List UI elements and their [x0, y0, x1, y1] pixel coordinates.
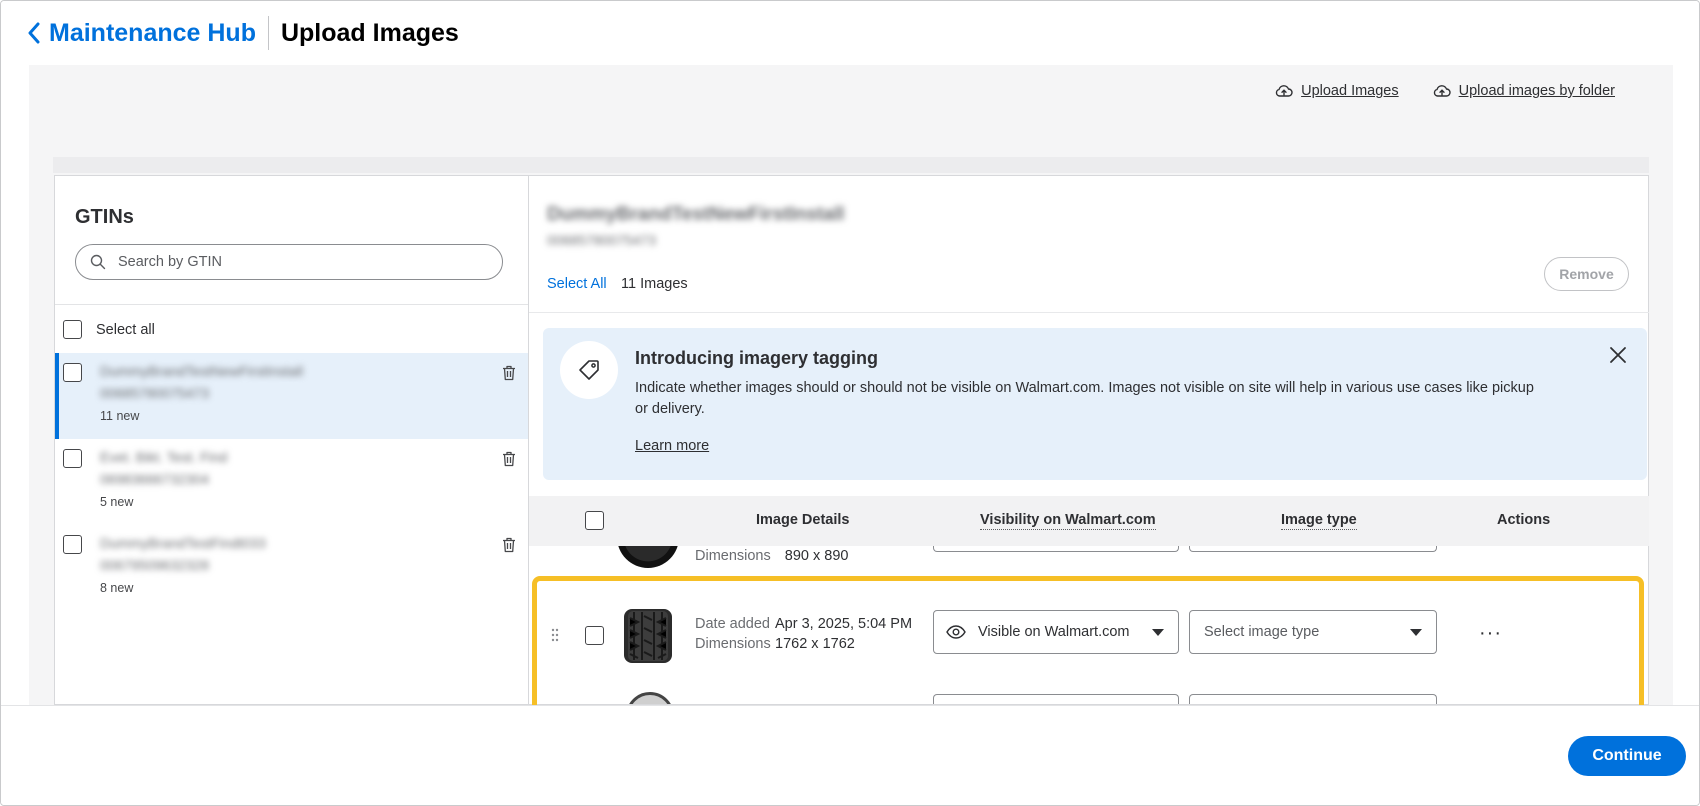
banner-text: Indicate whether images should or should…	[635, 380, 1534, 417]
search-icon	[90, 254, 106, 270]
select-all-images-checkbox[interactable]	[585, 511, 604, 530]
image-thumbnail[interactable]	[626, 692, 674, 704]
gtin-list-item[interactable]: DummyBrandTestNewFirstInstall 0068578007…	[55, 353, 528, 439]
drag-handle-icon[interactable]	[551, 628, 559, 642]
gtin-item-count: 5 new	[100, 495, 134, 509]
visibility-value: Visible on Walmart.com	[978, 624, 1130, 640]
select-all-gtins[interactable]: Select all	[63, 320, 155, 339]
page-title: Upload Images	[280, 18, 459, 47]
back-to-maintenance-hub-link[interactable]: Maintenance Hub	[27, 19, 256, 48]
page-header: Maintenance Hub Upload Images	[1, 1, 1699, 65]
table-row	[529, 684, 1649, 704]
upload-images-label: Upload Images	[1301, 83, 1399, 99]
gtin-checkbox[interactable]	[63, 535, 82, 554]
tire-image-thumbnail[interactable]	[622, 608, 674, 664]
remove-button[interactable]: Remove	[1544, 257, 1629, 291]
gtin-list: DummyBrandTestNewFirstInstall 0068578007…	[55, 353, 528, 611]
divider-band	[53, 157, 1649, 173]
gtin-item-name: Evet. Bikt. Test. Find	[100, 449, 228, 465]
column-visibility[interactable]: Visibility on Walmart.com	[980, 512, 1156, 530]
select-all-label: Select all	[96, 321, 155, 338]
date-added-label: Date added	[695, 616, 770, 632]
image-checkbox[interactable]	[585, 626, 604, 645]
chevron-down-icon	[1410, 629, 1422, 636]
trash-icon[interactable]	[502, 451, 516, 467]
gtin-checkbox[interactable]	[63, 363, 82, 382]
gtin-item-number: 00685780075473	[100, 385, 210, 401]
date-added-value: Apr 3, 2025, 5:04 PM	[775, 616, 913, 632]
images-table-body: Dimensions 890 x 890 Date added Apr 3, 2…	[529, 546, 1649, 704]
eye-icon	[946, 625, 966, 639]
upload-by-folder-label: Upload images by folder	[1458, 83, 1615, 99]
gtin-item-count: 8 new	[100, 581, 134, 595]
cloud-upload-icon	[1433, 85, 1451, 97]
learn-more-link[interactable]: Learn more	[635, 438, 709, 454]
cloud-upload-icon	[1275, 85, 1293, 97]
gtin-item-name: DummyBrandTestFindt033	[100, 535, 266, 551]
select-all-checkbox[interactable]	[63, 320, 82, 339]
gtin-checkbox[interactable]	[63, 449, 82, 468]
gtin-search[interactable]	[75, 244, 503, 280]
product-name: DummyBrandTestNewFirstInstall	[547, 204, 845, 225]
trash-icon[interactable]	[502, 365, 516, 381]
product-gtin: 00685780075473	[547, 232, 657, 248]
column-image-type[interactable]: Image type	[1281, 512, 1357, 530]
image-count: 11 Images	[621, 276, 688, 292]
gtin-item-number: 00679509632328	[100, 557, 210, 573]
header-divider	[267, 16, 269, 50]
dimensions-value: 1762 x 1762	[775, 636, 855, 652]
imagery-tagging-banner: Introducing imagery tagging Indicate whe…	[543, 328, 1647, 480]
tag-icon-wrapper	[560, 341, 618, 399]
image-type-select[interactable]	[1189, 546, 1437, 552]
visibility-select[interactable]: Visible on Walmart.com	[933, 610, 1179, 654]
table-row: Dimensions 890 x 890	[529, 546, 1649, 568]
chevron-down-icon	[1152, 629, 1164, 636]
upload-actions: Upload Images Upload images by folder	[1275, 83, 1615, 99]
gtin-sidebar: GTINs Select all DummyBrandTestNewFirstI…	[55, 176, 529, 704]
more-actions-icon[interactable]: ···	[1479, 622, 1502, 645]
gtin-item-count: 11 new	[100, 409, 140, 423]
column-image-details: Image Details	[756, 512, 850, 528]
image-type-select[interactable]	[1189, 694, 1437, 704]
back-link-label: Maintenance Hub	[49, 18, 256, 47]
trash-icon[interactable]	[502, 537, 516, 553]
separator	[55, 304, 528, 305]
gtin-list-item[interactable]: Evet. Bikt. Test. Find 06983666732304 5 …	[55, 439, 528, 525]
gtin-item-number: 06983666732304	[100, 471, 210, 487]
visibility-select[interactable]	[933, 694, 1179, 704]
banner-title: Introducing imagery tagging	[635, 348, 879, 368]
visibility-select[interactable]	[933, 546, 1179, 552]
gtin-list-item[interactable]: DummyBrandTestFindt033 00679509632328 8 …	[55, 525, 528, 611]
chevron-left-icon	[28, 22, 40, 44]
close-icon[interactable]	[1609, 346, 1627, 364]
dimensions-detail: Dimensions 890 x 890	[695, 548, 849, 564]
main-panel: GTINs Select all DummyBrandTestNewFirstI…	[54, 175, 1649, 705]
upload-images-link[interactable]: Upload Images	[1275, 83, 1399, 99]
app-window: Maintenance Hub Upload Images Upload Ima…	[0, 0, 1700, 806]
image-details: Date added Apr 3, 2025, 5:04 PM Dimensio…	[695, 616, 912, 652]
gtin-item-name: DummyBrandTestNewFirstInstall	[100, 363, 304, 379]
continue-button[interactable]: Continue	[1568, 736, 1686, 776]
image-type-select[interactable]: Select image type	[1189, 610, 1437, 654]
upload-by-folder-link[interactable]: Upload images by folder	[1433, 83, 1615, 99]
separator	[529, 312, 1649, 313]
dimensions-label: Dimensions	[695, 636, 771, 652]
select-all-images-link[interactable]: Select All	[547, 276, 607, 292]
image-type-placeholder: Select image type	[1204, 624, 1320, 640]
images-pane: DummyBrandTestNewFirstInstall 0068578007…	[529, 176, 1649, 704]
tag-icon	[579, 360, 599, 380]
search-input[interactable]	[118, 254, 478, 270]
column-actions: Actions	[1497, 512, 1551, 528]
page-footer: Continue	[1, 705, 1699, 805]
table-row: Date added Apr 3, 2025, 5:04 PM Dimensio…	[529, 588, 1649, 684]
gtins-title: GTINs	[75, 206, 134, 228]
images-table-header: Image Details Visibility on Walmart.com …	[529, 496, 1649, 546]
image-thumbnail[interactable]	[617, 546, 679, 568]
